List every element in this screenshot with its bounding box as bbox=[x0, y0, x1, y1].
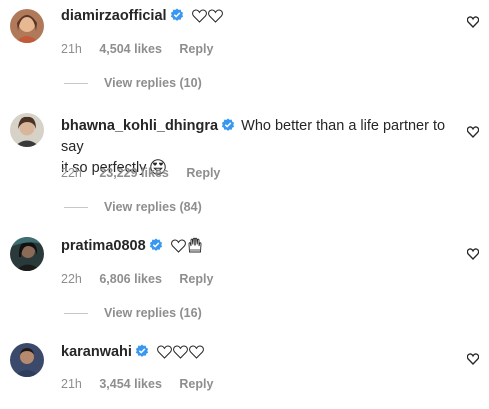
likes-count[interactable]: 3,454 likes bbox=[99, 377, 162, 391]
reply-button[interactable]: Reply bbox=[179, 272, 213, 286]
like-comment-icon[interactable] bbox=[467, 353, 479, 365]
username-link[interactable]: diamirzaofficial bbox=[61, 8, 167, 24]
verified-badge-icon bbox=[170, 8, 184, 22]
heart-emoji-icon bbox=[173, 345, 188, 359]
avatar[interactable] bbox=[10, 343, 44, 377]
comment-time[interactable]: 21h bbox=[61, 42, 82, 56]
comment-body: diamirzaofficial bbox=[61, 6, 451, 27]
comment-body: pratima0808 bbox=[61, 236, 451, 257]
likes-count[interactable]: 23,229 likes bbox=[99, 166, 169, 180]
heart-emoji-icon bbox=[170, 239, 186, 253]
avatar[interactable] bbox=[10, 113, 44, 147]
comment-time[interactable]: 21h bbox=[61, 377, 82, 391]
like-comment-icon[interactable] bbox=[467, 248, 479, 260]
verified-badge-icon bbox=[135, 344, 149, 358]
avatar[interactable] bbox=[10, 9, 44, 43]
view-replies-label: View replies (10) bbox=[104, 76, 202, 90]
view-replies-button[interactable]: View replies (16) bbox=[64, 306, 202, 320]
like-comment-icon[interactable] bbox=[467, 126, 479, 138]
view-replies-label: View replies (84) bbox=[104, 200, 202, 214]
like-comment-icon[interactable] bbox=[467, 16, 479, 28]
reply-button[interactable]: Reply bbox=[186, 166, 220, 180]
username-link[interactable]: bhawna_kohli_dhingra bbox=[61, 118, 218, 134]
comment-meta: 22h 23,229 likes Reply bbox=[61, 166, 234, 180]
view-replies-button[interactable]: View replies (84) bbox=[64, 200, 202, 214]
verified-badge-icon bbox=[221, 118, 235, 132]
comment-body: karanwahi bbox=[61, 342, 451, 363]
heart-emoji-icon bbox=[191, 9, 207, 23]
heart-emoji-icon bbox=[189, 345, 204, 359]
divider bbox=[64, 207, 88, 209]
reply-button[interactable]: Reply bbox=[179, 377, 213, 391]
view-replies-label: View replies (16) bbox=[104, 306, 202, 320]
comment-meta: 22h 6,806 likes Reply bbox=[61, 272, 227, 286]
heart-emoji-icon bbox=[207, 9, 223, 23]
raised-hands-emoji-icon bbox=[187, 237, 203, 253]
avatar[interactable] bbox=[10, 237, 44, 271]
reply-button[interactable]: Reply bbox=[179, 42, 213, 56]
divider bbox=[64, 313, 88, 315]
comment-time[interactable]: 22h bbox=[61, 272, 82, 286]
heart-emoji-icon bbox=[157, 345, 172, 359]
view-replies-button[interactable]: View replies (10) bbox=[64, 76, 202, 90]
divider bbox=[64, 83, 88, 85]
likes-count[interactable]: 6,806 likes bbox=[99, 272, 162, 286]
username-link[interactable]: pratima0808 bbox=[61, 238, 146, 254]
likes-count[interactable]: 4,504 likes bbox=[99, 42, 162, 56]
comment-time[interactable]: 22h bbox=[61, 166, 82, 180]
comment-meta: 21h 3,454 likes Reply bbox=[61, 377, 227, 391]
comment-meta: 21h 4,504 likes Reply bbox=[61, 42, 227, 56]
verified-badge-icon bbox=[149, 238, 163, 252]
username-link[interactable]: karanwahi bbox=[61, 344, 132, 360]
